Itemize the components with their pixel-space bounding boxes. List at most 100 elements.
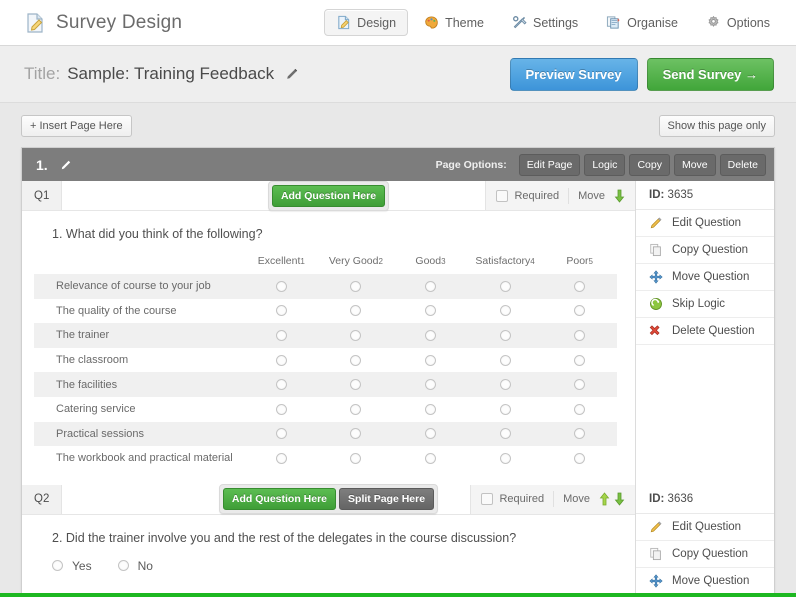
radio-option[interactable]: [499, 305, 511, 317]
matrix-cell[interactable]: [468, 348, 543, 373]
matrix-cell[interactable]: [468, 299, 543, 324]
radio-option[interactable]: [574, 379, 586, 391]
matrix-cell[interactable]: [244, 274, 319, 299]
matrix-cell[interactable]: [318, 372, 394, 397]
matrix-cell[interactable]: [244, 299, 319, 324]
radio-option[interactable]: [499, 428, 511, 440]
radio-option[interactable]: [275, 305, 287, 317]
add-question-here-button[interactable]: Add Question Here: [222, 488, 337, 511]
choice-yes[interactable]: Yes: [52, 559, 92, 573]
tab-design[interactable]: Design: [324, 9, 409, 36]
add-question-here-button[interactable]: Add Question Here: [271, 184, 386, 207]
matrix-cell[interactable]: [468, 446, 543, 471]
pencil-icon[interactable]: [284, 66, 300, 82]
show-this-page-only-button[interactable]: Show this page only: [658, 115, 775, 137]
radio-option[interactable]: [499, 379, 511, 391]
insert-page-button[interactable]: + Insert Page Here: [21, 115, 132, 137]
radio-option[interactable]: [499, 280, 511, 292]
matrix-cell[interactable]: [467, 421, 543, 447]
arrow-up-icon[interactable]: [599, 492, 610, 506]
pencil-icon[interactable]: [59, 158, 73, 172]
tab-options[interactable]: Options: [694, 9, 782, 36]
radio-option[interactable]: [499, 403, 511, 415]
radio-option[interactable]: [424, 305, 436, 317]
side-action-delete-question[interactable]: Delete Question: [636, 318, 774, 345]
radio-option[interactable]: [350, 330, 362, 342]
matrix-cell[interactable]: [244, 421, 319, 447]
matrix-cell[interactable]: [542, 421, 617, 447]
radio-option[interactable]: [350, 379, 362, 391]
matrix-cell[interactable]: [393, 323, 468, 348]
arrow-down-icon[interactable]: [614, 492, 625, 506]
matrix-cell[interactable]: [393, 446, 468, 471]
matrix-cell[interactable]: [467, 274, 543, 299]
side-action-edit-question[interactable]: Edit Question: [636, 210, 774, 237]
page-delete-button[interactable]: Delete: [719, 153, 766, 176]
matrix-cell[interactable]: [319, 348, 394, 373]
matrix-cell[interactable]: [467, 323, 543, 348]
radio-option[interactable]: [424, 354, 436, 366]
radio-option[interactable]: [275, 428, 287, 440]
matrix-cell[interactable]: [542, 274, 617, 299]
matrix-cell[interactable]: [319, 446, 394, 471]
matrix-cell[interactable]: [468, 397, 543, 422]
radio-option[interactable]: [350, 403, 362, 415]
matrix-cell[interactable]: [542, 299, 617, 324]
radio-option[interactable]: [275, 330, 287, 342]
side-action-copy-question[interactable]: Copy Question: [636, 237, 774, 264]
matrix-cell[interactable]: [393, 348, 468, 373]
tab-theme[interactable]: Theme: [412, 9, 496, 36]
matrix-cell[interactable]: [542, 323, 617, 348]
split-page-here-button[interactable]: Split Page Here: [339, 488, 435, 511]
tab-settings[interactable]: Settings: [500, 9, 590, 36]
matrix-cell[interactable]: [542, 397, 617, 422]
side-action-move-question[interactable]: Move Question: [636, 264, 774, 291]
send-survey-button[interactable]: Send Survey →: [646, 57, 774, 91]
radio-option[interactable]: [499, 330, 511, 342]
radio-option[interactable]: [424, 330, 436, 342]
required-control-q2[interactable]: Required: [481, 493, 544, 506]
radio-option[interactable]: [350, 280, 362, 292]
matrix-cell[interactable]: [244, 348, 319, 373]
radio-no[interactable]: [117, 560, 129, 572]
radio-option[interactable]: [574, 453, 586, 465]
matrix-cell[interactable]: [318, 323, 394, 348]
matrix-cell[interactable]: [393, 372, 468, 397]
matrix-cell[interactable]: [244, 446, 319, 471]
radio-option[interactable]: [424, 379, 436, 391]
side-action-edit-question[interactable]: Edit Question: [636, 514, 774, 541]
radio-option[interactable]: [275, 354, 287, 366]
radio-option[interactable]: [499, 354, 511, 366]
side-action-move-question[interactable]: Move Question: [636, 568, 774, 595]
matrix-cell[interactable]: [542, 446, 617, 471]
radio-option[interactable]: [424, 403, 436, 415]
required-checkbox[interactable]: [496, 189, 509, 202]
radio-option[interactable]: [424, 428, 436, 440]
page-logic-button[interactable]: Logic: [584, 153, 626, 176]
radio-option[interactable]: [574, 330, 586, 342]
radio-option[interactable]: [275, 379, 287, 391]
radio-option[interactable]: [424, 453, 436, 465]
radio-option[interactable]: [350, 428, 362, 440]
radio-option[interactable]: [574, 403, 586, 415]
preview-survey-button[interactable]: Preview Survey: [509, 57, 638, 91]
required-checkbox[interactable]: [481, 493, 494, 506]
arrow-down-icon[interactable]: [614, 189, 625, 203]
matrix-cell[interactable]: [244, 372, 319, 397]
matrix-cell[interactable]: [467, 372, 543, 397]
matrix-cell[interactable]: [244, 397, 319, 422]
radio-option[interactable]: [424, 280, 436, 292]
edit-page-button[interactable]: Edit Page: [518, 153, 581, 176]
matrix-cell[interactable]: [319, 397, 394, 422]
matrix-cell[interactable]: [318, 421, 394, 447]
radio-option[interactable]: [275, 280, 287, 292]
matrix-cell[interactable]: [244, 323, 319, 348]
side-action-skip-logic[interactable]: Skip Logic: [636, 291, 774, 318]
matrix-cell[interactable]: [393, 274, 468, 299]
radio-option[interactable]: [574, 428, 586, 440]
page-copy-button[interactable]: Copy: [629, 153, 670, 176]
radio-option[interactable]: [350, 305, 362, 317]
tab-organise[interactable]: Organise: [594, 9, 690, 36]
radio-option[interactable]: [499, 453, 511, 465]
matrix-cell[interactable]: [542, 348, 617, 373]
